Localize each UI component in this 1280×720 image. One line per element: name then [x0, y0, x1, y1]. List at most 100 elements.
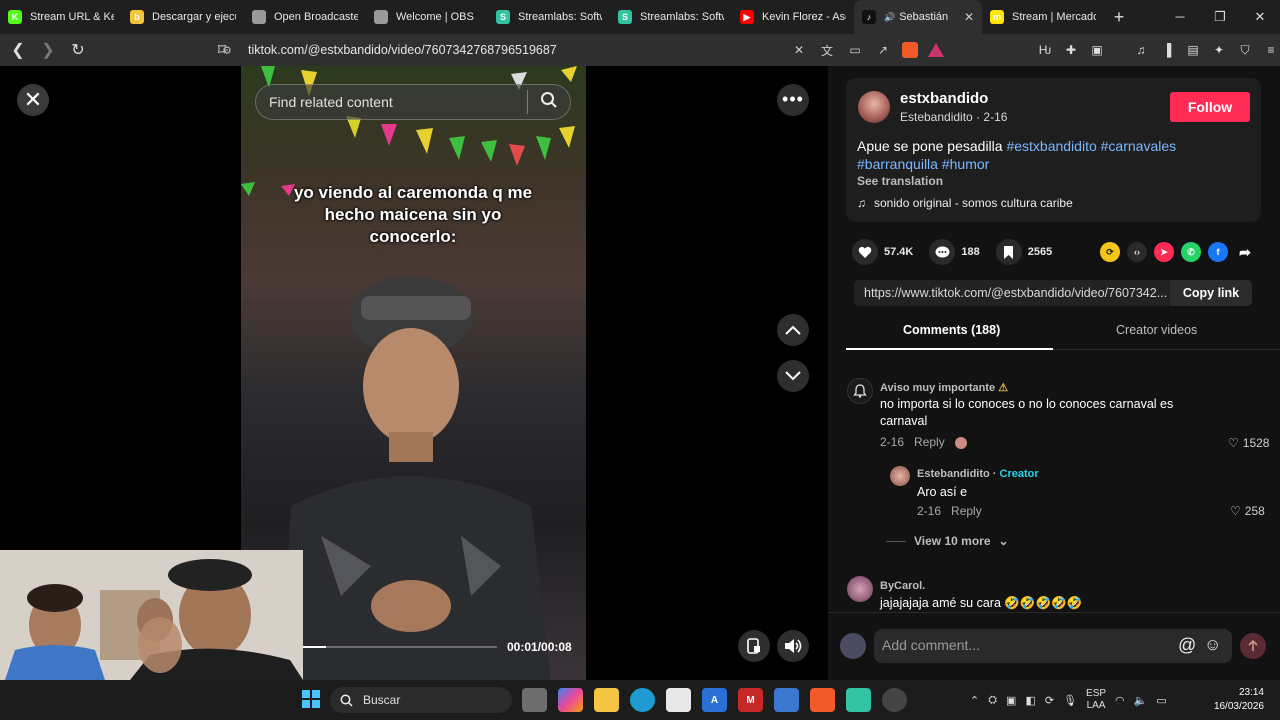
reload-icon[interactable]: ↻ [66, 40, 90, 60]
forward-icon[interactable]: ❯ [36, 40, 60, 60]
edge-icon[interactable] [630, 688, 655, 712]
reply-avatar[interactable] [890, 466, 910, 486]
translate-off-icon[interactable]: ✕ [790, 43, 808, 57]
search-icon[interactable] [528, 91, 570, 114]
hashtag-link[interactable]: #humor [942, 156, 989, 172]
browser-tab[interactable]: ▶ Kevin Florez - Aso [732, 0, 854, 34]
floating-player-button[interactable] [738, 630, 770, 662]
comment-author[interactable]: ByCarol. [880, 580, 925, 592]
comment-author[interactable]: Aviso muy importante ⚠ [880, 381, 1008, 394]
speaker-icon[interactable]: 🔈 [1134, 694, 1148, 707]
save-button[interactable]: 2565 [995, 239, 1052, 265]
tab-creator-videos[interactable]: Creator videos [1116, 323, 1197, 337]
video-link[interactable]: https://www.tiktok.com/@estxbandido/vide… [864, 286, 1168, 300]
mention-icon[interactable]: @ [1178, 635, 1196, 656]
comment-author[interactable]: Estebandidito · Creator [917, 468, 1039, 480]
puzzle-icon[interactable]: ✚ [1062, 43, 1080, 57]
new-tab-button[interactable]: + [1104, 7, 1134, 28]
menu-icon[interactable]: ≡ [1262, 43, 1280, 57]
taskbar-search[interactable]: Buscar [330, 687, 512, 713]
screenshot-icon[interactable]: ▣ [1088, 43, 1106, 57]
author-avatar[interactable] [858, 91, 890, 123]
tab-comments[interactable]: Comments (188) [903, 323, 1000, 337]
follow-button[interactable]: Follow [1170, 92, 1250, 122]
hashtag-link[interactable]: #carnavales [1101, 138, 1177, 154]
mail-icon[interactable] [774, 688, 799, 712]
view-more-replies[interactable]: View 10 more ⌄ [886, 534, 1009, 548]
obs-icon[interactable] [882, 688, 907, 712]
comment-input[interactable]: Add comment... @ ☺ [874, 629, 1232, 663]
video-progress[interactable] [301, 646, 497, 648]
comment-like-button[interactable]: ♡ 258 [1230, 504, 1265, 518]
translate-icon[interactable]: 文 [818, 42, 836, 59]
browser-tab[interactable]: S Streamlabs: Softw [610, 0, 732, 34]
extension-icon[interactable]: Ƕ [1036, 43, 1054, 57]
facebook-icon[interactable]: f [1208, 242, 1228, 262]
close-window-icon[interactable]: ✕ [1240, 0, 1280, 34]
music-link[interactable]: ♫ sonido original - somos cultura caribe [857, 196, 1073, 210]
see-translation-link[interactable]: See translation [857, 174, 943, 188]
browser-tab[interactable]: Open Broadcaster [244, 0, 366, 34]
file-explorer-icon[interactable] [594, 688, 619, 712]
previous-video-button[interactable] [777, 314, 809, 346]
browser-tab[interactable]: K Stream URL & Key [0, 0, 122, 34]
comment-avatar[interactable] [847, 576, 873, 602]
wallet-icon[interactable]: ▤ [1184, 43, 1202, 57]
site-info-icon[interactable]: ⚙ [222, 44, 238, 57]
hashtag-link[interactable]: #barranquilla [857, 156, 938, 172]
browser-tab[interactable]: ♪ 🔊 Sebastián ✕ [854, 0, 982, 34]
comment-button[interactable]: 188 [929, 239, 980, 265]
streamlabs-icon[interactable] [846, 688, 871, 712]
reply-button[interactable]: Reply [951, 504, 982, 518]
vpn-icon[interactable]: ⛉ [1236, 43, 1254, 58]
store-icon[interactable] [666, 688, 691, 712]
embed-icon[interactable]: ‹› [1127, 242, 1147, 262]
app-icon[interactable]: A [702, 688, 727, 712]
copilot-icon[interactable] [558, 688, 583, 712]
comment-like-button[interactable]: ♡ 1528 [1228, 436, 1269, 450]
browser-tab[interactable]: m Stream | Mercadol [982, 0, 1104, 34]
brave-shields-icon[interactable] [902, 42, 918, 58]
related-search[interactable]: Find related content [255, 84, 571, 120]
taskbar-clock[interactable]: 23:14 16/03/2026 [1212, 686, 1264, 714]
like-button[interactable]: 57.4K [852, 239, 913, 265]
language-indicator[interactable]: ESP LAA [1086, 688, 1106, 712]
chevron-up-icon[interactable]: ⌃ [970, 694, 979, 707]
sidebar-icon[interactable]: ▐ [1158, 43, 1176, 57]
battery-icon[interactable]: ▭ [1156, 694, 1166, 707]
whatsapp-icon[interactable]: ✆ [1181, 242, 1201, 262]
mcafee-icon[interactable]: M [738, 688, 763, 712]
tray-app-icon[interactable]: ◧ [1025, 694, 1035, 707]
copy-link-button[interactable]: Copy link [1170, 280, 1252, 306]
task-view-icon[interactable] [522, 688, 547, 712]
browser-tab[interactable]: b Descargar y ejecu [122, 0, 244, 34]
tray-app-icon[interactable]: ▣ [1006, 694, 1016, 707]
send-icon[interactable]: ➤ [1154, 242, 1174, 262]
hashtag-link[interactable]: #estxbandidito [1006, 138, 1096, 154]
reply-button[interactable]: Reply [914, 435, 945, 449]
volume-button[interactable] [777, 630, 809, 662]
share-arrow-icon[interactable]: ➦ [1235, 242, 1255, 262]
back-icon[interactable]: ❮ [6, 40, 30, 60]
repost-icon[interactable]: ⟳ [1100, 242, 1120, 262]
brave-icon[interactable] [810, 688, 835, 712]
maximize-icon[interactable]: ❐ [1200, 0, 1240, 34]
music-icon[interactable]: ♫ [1132, 43, 1150, 57]
next-video-button[interactable] [777, 360, 809, 392]
cast-icon[interactable]: ▭ [846, 43, 864, 57]
minimize-icon[interactable]: ─ [1160, 0, 1200, 34]
leo-icon[interactable]: ✦ [1210, 43, 1228, 57]
post-comment-button[interactable] [1240, 633, 1266, 659]
browser-tab[interactable]: S Streamlabs: Softw [488, 0, 610, 34]
author-username[interactable]: estxbandido [900, 90, 988, 107]
tray-sync-icon[interactable]: ⟳ [1045, 694, 1054, 707]
close-video-button[interactable]: ✕ [17, 84, 49, 116]
emoji-icon[interactable]: ☺ [1204, 635, 1221, 655]
close-tab-icon[interactable]: ✕ [964, 10, 974, 24]
tray-app-icon[interactable]: ⛭ [988, 694, 997, 707]
windows-start-icon[interactable] [302, 690, 320, 708]
share-icon[interactable]: ↗ [874, 43, 892, 57]
more-options-button[interactable]: ••• [777, 84, 809, 116]
brave-rewards-icon[interactable] [928, 43, 944, 57]
browser-tab[interactable]: Welcome | OBS [366, 0, 488, 34]
